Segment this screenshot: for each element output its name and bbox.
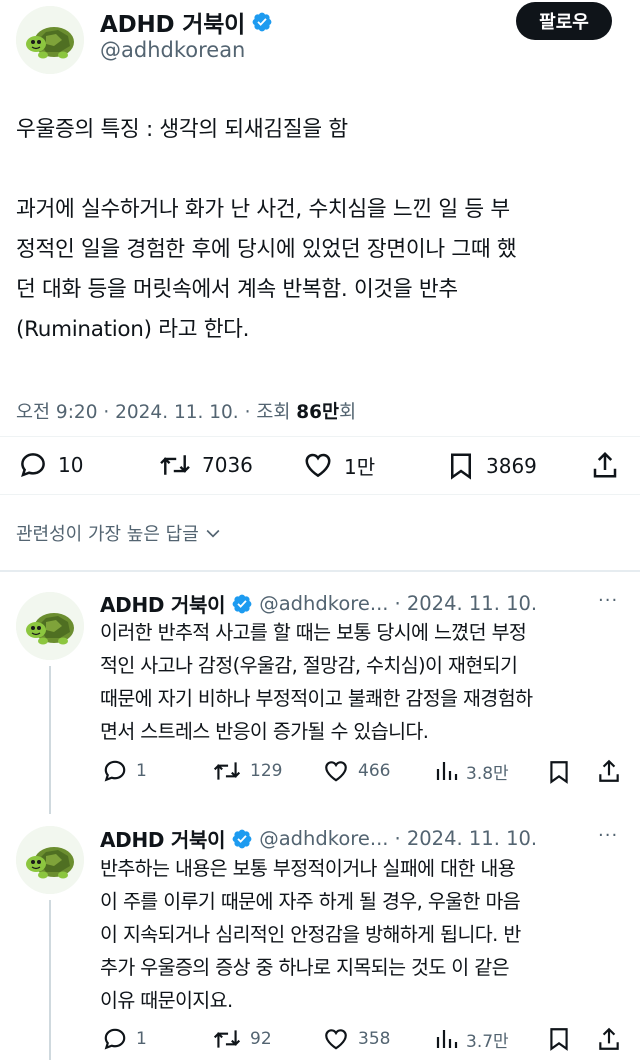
reply-action[interactable]: 1 [102, 758, 147, 784]
divider [0, 436, 640, 437]
follow-button[interactable]: 팔로우 [516, 2, 612, 40]
handle[interactable]: @adhdkorean [100, 38, 245, 62]
views-count: 3.8만 [466, 763, 509, 784]
bookmark-icon [550, 1028, 568, 1051]
meta-separator: · [244, 402, 257, 423]
share-action[interactable] [596, 758, 622, 784]
bookmark-icon [451, 453, 471, 480]
share-action[interactable] [596, 1026, 622, 1052]
turtle-avatar-icon [16, 826, 84, 894]
retweet-count: 92 [250, 1029, 272, 1049]
share-icon [593, 451, 617, 478]
reply-date[interactable]: · 2024. 11. 10. [394, 827, 537, 850]
reply-display-name[interactable]: ADHD 거북이 [100, 589, 225, 618]
display-name[interactable]: ADHD 거북이 [100, 5, 273, 39]
meta-separator: · [103, 402, 116, 423]
turtle-avatar-icon [16, 6, 84, 74]
retweet-action[interactable]: 129 [212, 758, 282, 784]
reply-header: ADHD 거북이 @adhdkore... · 2024. 11. 10. [100, 824, 537, 853]
reply-sort-label: 관련성이 가장 높은 답글 [16, 524, 199, 545]
retweet-action[interactable]: 7036 [158, 450, 253, 480]
like-action[interactable]: 1만 [302, 450, 375, 480]
reply-sort-dropdown[interactable]: 관련성이 가장 높은 답글 [16, 520, 223, 546]
like-count: 1만 [344, 454, 376, 479]
tweet-text: 우울증의 특징 : 생각의 되새김질을 함 과거에 실수하거나 화가 난 사건,… [16, 117, 517, 342]
bookmark-icon [550, 761, 568, 784]
retweet-icon [213, 762, 241, 780]
views-prefix: 조회 [256, 402, 291, 423]
verified-badge-icon [252, 12, 272, 32]
heart-icon [325, 761, 347, 782]
views-count: 3.7만 [466, 1031, 509, 1052]
views-action[interactable]: 3.8만 [434, 758, 509, 784]
bookmark-action[interactable]: 3869 [446, 450, 537, 482]
retweet-count: 7036 [202, 453, 253, 477]
views-action[interactable]: 3.7만 [434, 1026, 509, 1052]
share-action[interactable] [590, 450, 620, 480]
tweet-date[interactable]: 2024. 11. 10. [115, 402, 239, 423]
views-chart-icon [436, 1030, 458, 1048]
reply-icon [104, 760, 126, 782]
verified-badge-icon [232, 594, 252, 613]
reply-text: 반추하는 내용은 보통 부정적이거나 실패에 대한 내용 이 주를 이루기 때문… [100, 857, 521, 1012]
reply-handle[interactable]: @adhdkore... [259, 592, 388, 615]
avatar[interactable] [16, 6, 84, 74]
reply-count: 10 [58, 453, 84, 477]
retweet-icon [213, 1030, 241, 1048]
thread-line [49, 666, 51, 814]
thread-line [49, 900, 51, 1060]
retweet-icon [160, 455, 190, 475]
reply-action[interactable]: 10 [18, 450, 83, 480]
tweet-time[interactable]: 오전 9:20 [16, 402, 97, 423]
reply-handle[interactable]: @adhdkore... [259, 827, 388, 850]
like-count: 466 [358, 761, 391, 781]
like-count: 358 [358, 1029, 391, 1049]
heart-icon [305, 453, 331, 478]
share-icon [599, 759, 619, 782]
avatar[interactable] [16, 826, 84, 894]
retweet-action[interactable]: 92 [212, 1026, 272, 1052]
more-options-icon[interactable]: ··· [598, 825, 618, 846]
share-icon [599, 1027, 619, 1050]
views-chart-icon [436, 762, 458, 780]
more-options-icon[interactable]: ··· [598, 590, 618, 611]
section-divider [0, 570, 640, 572]
reply-date[interactable]: · 2024. 11. 10. [394, 592, 537, 615]
turtle-avatar-icon [16, 592, 84, 660]
chevron-down-icon [206, 529, 220, 538]
retweet-count: 129 [250, 761, 283, 781]
heart-icon [325, 1029, 347, 1050]
reply-action[interactable]: 1 [102, 1026, 147, 1052]
display-name-text[interactable]: ADHD 거북이 [100, 5, 245, 39]
bookmark-count: 3869 [486, 454, 537, 478]
reply-header: ADHD 거북이 @adhdkore... · 2024. 11. 10. [100, 589, 537, 618]
verified-badge-icon [232, 829, 252, 848]
reply-count: 1 [136, 1029, 147, 1049]
divider [0, 494, 640, 495]
reply-text: 이러한 반추적 사고를 할 때는 보통 당시에 느꼈던 부정 적인 사고나 감정… [100, 621, 533, 743]
like-action[interactable]: 358 [322, 1026, 390, 1052]
like-action[interactable]: 466 [322, 758, 390, 784]
views-count[interactable]: 86만 [296, 402, 339, 423]
avatar[interactable] [16, 592, 84, 660]
reply-icon [21, 453, 45, 478]
views-suffix: 회 [339, 402, 357, 423]
tweet-meta: 오전 9:20 · 2024. 11. 10. · 조회 86만회 [16, 398, 356, 424]
reply-icon [104, 1028, 126, 1050]
reply-count: 1 [136, 761, 147, 781]
bookmark-action[interactable] [546, 758, 572, 786]
reply-display-name[interactable]: ADHD 거북이 [100, 824, 225, 853]
bookmark-action[interactable] [546, 1025, 572, 1053]
